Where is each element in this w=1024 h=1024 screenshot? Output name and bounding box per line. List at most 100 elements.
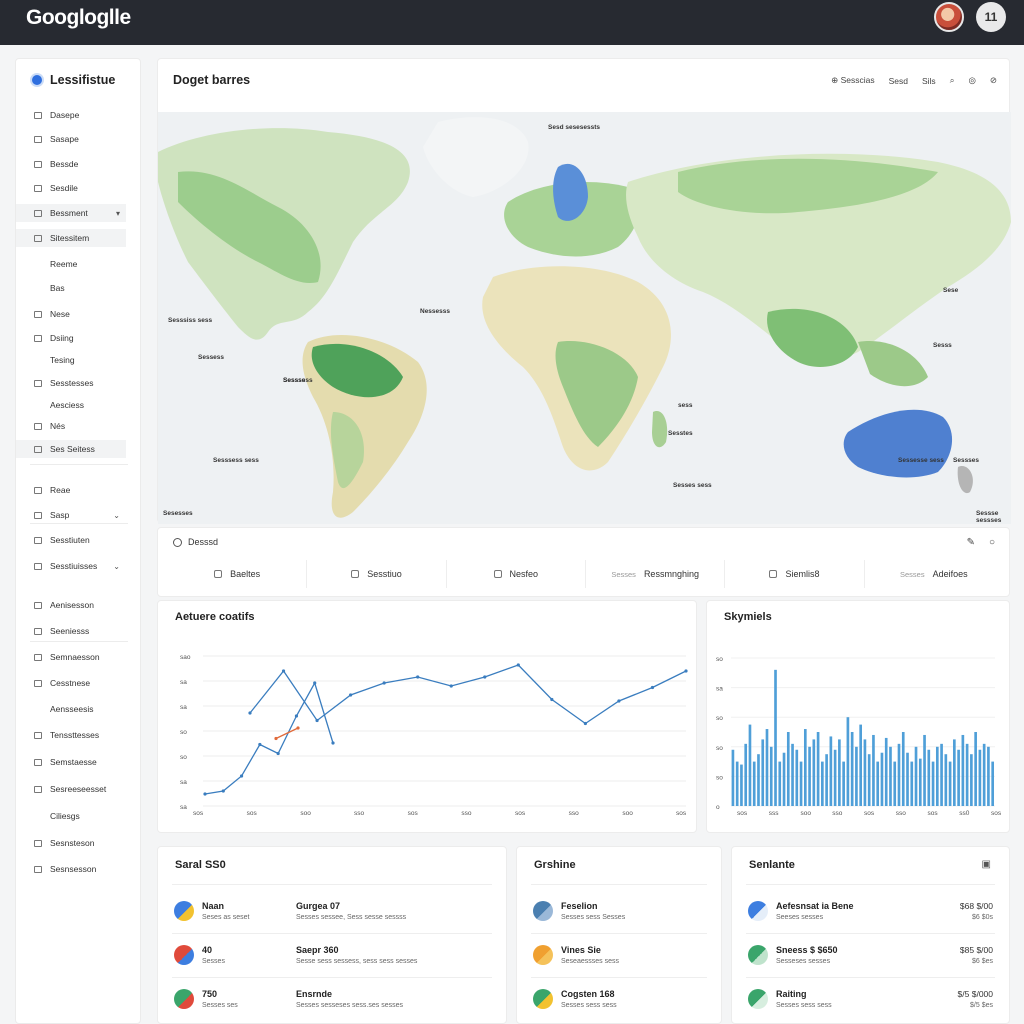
bar-chart-bar[interactable] [774, 669, 777, 806]
bar-chart-bar[interactable] [948, 761, 952, 806]
bar-chart-bar[interactable] [799, 761, 803, 806]
line-chart-point[interactable] [221, 789, 225, 793]
filter-search[interactable]: Desssd [173, 537, 218, 547]
world-map[interactable]: Sesd sesesessts Sesssiss sess Nessesss Sess… [158, 112, 1011, 524]
bar-chart-bar[interactable] [957, 749, 960, 806]
line-chart-point[interactable] [331, 741, 335, 745]
bar-chart-bar[interactable] [991, 761, 994, 806]
bar-chart-bar[interactable] [850, 732, 854, 806]
bar-chart-bar[interactable] [752, 761, 756, 806]
bar-chart-bar[interactable] [910, 761, 914, 806]
bar-chart-bar[interactable] [838, 739, 841, 806]
bar-chart-bar[interactable] [978, 749, 982, 806]
filter-chip-1[interactable]: Sesstiuo [307, 560, 447, 588]
bar-chart-bar[interactable] [761, 739, 765, 806]
sidebar-item-27[interactable]: Ciliesgs [16, 807, 126, 825]
sidebar-item-0[interactable]: Dasepe [16, 106, 126, 124]
bar-chart-bar[interactable] [791, 743, 794, 806]
bar-chart-bar[interactable] [816, 732, 820, 806]
bar-chart-bar[interactable] [731, 749, 735, 806]
bar-chart-bar[interactable] [867, 754, 871, 806]
settings-icon[interactable]: ◎ [968, 75, 975, 86]
sidebar-item-24[interactable]: Tenssttesses [16, 726, 126, 744]
sidebar-item-16[interactable]: Sasp ⌄ [16, 506, 126, 524]
filter-chip-0[interactable]: Baeltes [168, 560, 308, 588]
bar-chart-bar[interactable] [923, 734, 926, 806]
sidebar-item-20[interactable]: Seeniesss [16, 622, 126, 640]
sidebar-item-23[interactable]: Aensseesis [16, 700, 126, 718]
card-row[interactable]: Cogsten 168 Sesses sess sess [517, 983, 721, 1024]
line-chart-point[interactable] [281, 669, 286, 673]
bar-chart-bar[interactable] [893, 761, 897, 806]
sidebar-item-9[interactable]: Dsiing [16, 329, 126, 347]
bar-chart-bar[interactable] [935, 746, 939, 806]
sidebar-item-14[interactable]: Ses Seitess [16, 440, 126, 458]
clock-icon[interactable]: ⊘ [990, 75, 997, 86]
sidebar-item-29[interactable]: Sesnsesson [16, 860, 126, 878]
checkbox-icon[interactable] [769, 570, 778, 578]
sidebar-item-26[interactable]: Sesreeseesset [16, 780, 126, 798]
user-avatar[interactable] [934, 2, 964, 32]
chevron-down-icon[interactable]: ▾ [116, 209, 120, 218]
sidebar-item-11[interactable]: Sesstesses [16, 374, 126, 392]
bar-chart-bar[interactable] [825, 754, 828, 806]
bar-chart-bar[interactable] [931, 761, 935, 806]
bar-chart-bar[interactable] [906, 752, 909, 806]
bar-chart-bar[interactable] [953, 739, 956, 806]
line-chart-point[interactable] [258, 742, 262, 747]
sidebar-item-13[interactable]: Nés [16, 417, 126, 435]
sidebar-header[interactable]: Lessifistue [32, 73, 115, 87]
notifications-avatar[interactable]: 11 [976, 2, 1006, 32]
bar-chart-bar[interactable] [987, 746, 990, 806]
bar-chart-bar[interactable] [740, 764, 743, 806]
chevron-down-icon[interactable]: ⌄ [113, 511, 120, 520]
sidebar-item-6[interactable]: Reeme [16, 255, 126, 273]
bar-chart-bar[interactable] [769, 746, 773, 806]
bar-chart-bar[interactable] [744, 743, 748, 806]
sidebar-item-2[interactable]: Bessde [16, 155, 126, 173]
bar-chart-bar[interactable] [965, 743, 969, 806]
line-chart-point[interactable] [650, 685, 655, 690]
checkbox-icon[interactable] [493, 570, 502, 578]
search-icon[interactable]: ⌕ [950, 75, 955, 86]
line-chart-point[interactable] [349, 693, 353, 697]
line-chart-point[interactable] [550, 697, 554, 702]
sidebar-item-15[interactable]: Reae [16, 481, 126, 499]
line-chart-point[interactable] [516, 663, 520, 667]
bar-chart-bar[interactable] [940, 743, 943, 806]
bar-chart-bar[interactable] [795, 749, 799, 806]
bar-chart-bar[interactable] [833, 749, 837, 806]
filter-chip-4[interactable]: Siemlis8 [725, 560, 865, 588]
bar-chart-bar[interactable] [846, 717, 850, 806]
bar-chart-bar[interactable] [829, 736, 833, 806]
line-chart-point[interactable] [274, 736, 278, 741]
map-tool-2[interactable]: Sils [922, 76, 936, 86]
sidebar-item-18[interactable]: Sesstiuisses ⌄ [16, 557, 126, 575]
bar-chart-bar[interactable] [897, 743, 901, 806]
bar-chart-bar[interactable] [855, 746, 858, 806]
bar-chart-bar[interactable] [803, 729, 807, 806]
line-chart-point[interactable] [684, 669, 688, 673]
bar-chart-bar[interactable] [812, 739, 816, 806]
line-chart-point[interactable] [203, 792, 207, 796]
sidebar-item-28[interactable]: Sesnsteson [16, 834, 126, 852]
bar-chart-bar[interactable] [944, 754, 948, 806]
bar-chart-bar[interactable] [884, 737, 888, 806]
bar-chart-bar[interactable] [901, 732, 905, 806]
line-chart-point[interactable] [583, 721, 587, 726]
sidebar-item-21[interactable]: Semnaesson [16, 648, 126, 666]
sidebar-item-1[interactable]: Sasape [16, 130, 126, 148]
sidebar-item-19[interactable]: Aenisesson [16, 596, 126, 614]
sidebar-item-25[interactable]: Semstaesse [16, 753, 126, 771]
card-row[interactable]: Raiting Sesses sess sess $/5 $/000 $/5 $es [732, 983, 1009, 1024]
sidebar-item-5[interactable]: Sitessitem [16, 229, 126, 247]
info-icon[interactable]: ○ [989, 537, 995, 548]
chevron-down-icon[interactable]: ⌄ [113, 562, 120, 571]
bar-chart-bar[interactable] [982, 743, 986, 806]
sidebar-item-12[interactable]: Aesciess [16, 396, 126, 414]
card-2-menu-icon[interactable]: ▣ [982, 859, 991, 870]
line-chart-point[interactable] [449, 684, 453, 688]
bar-chart-bar[interactable] [808, 746, 811, 806]
filter-chip-3[interactable]: Sesses Ressmnghing [586, 560, 726, 588]
line-chart-point[interactable] [382, 681, 386, 685]
